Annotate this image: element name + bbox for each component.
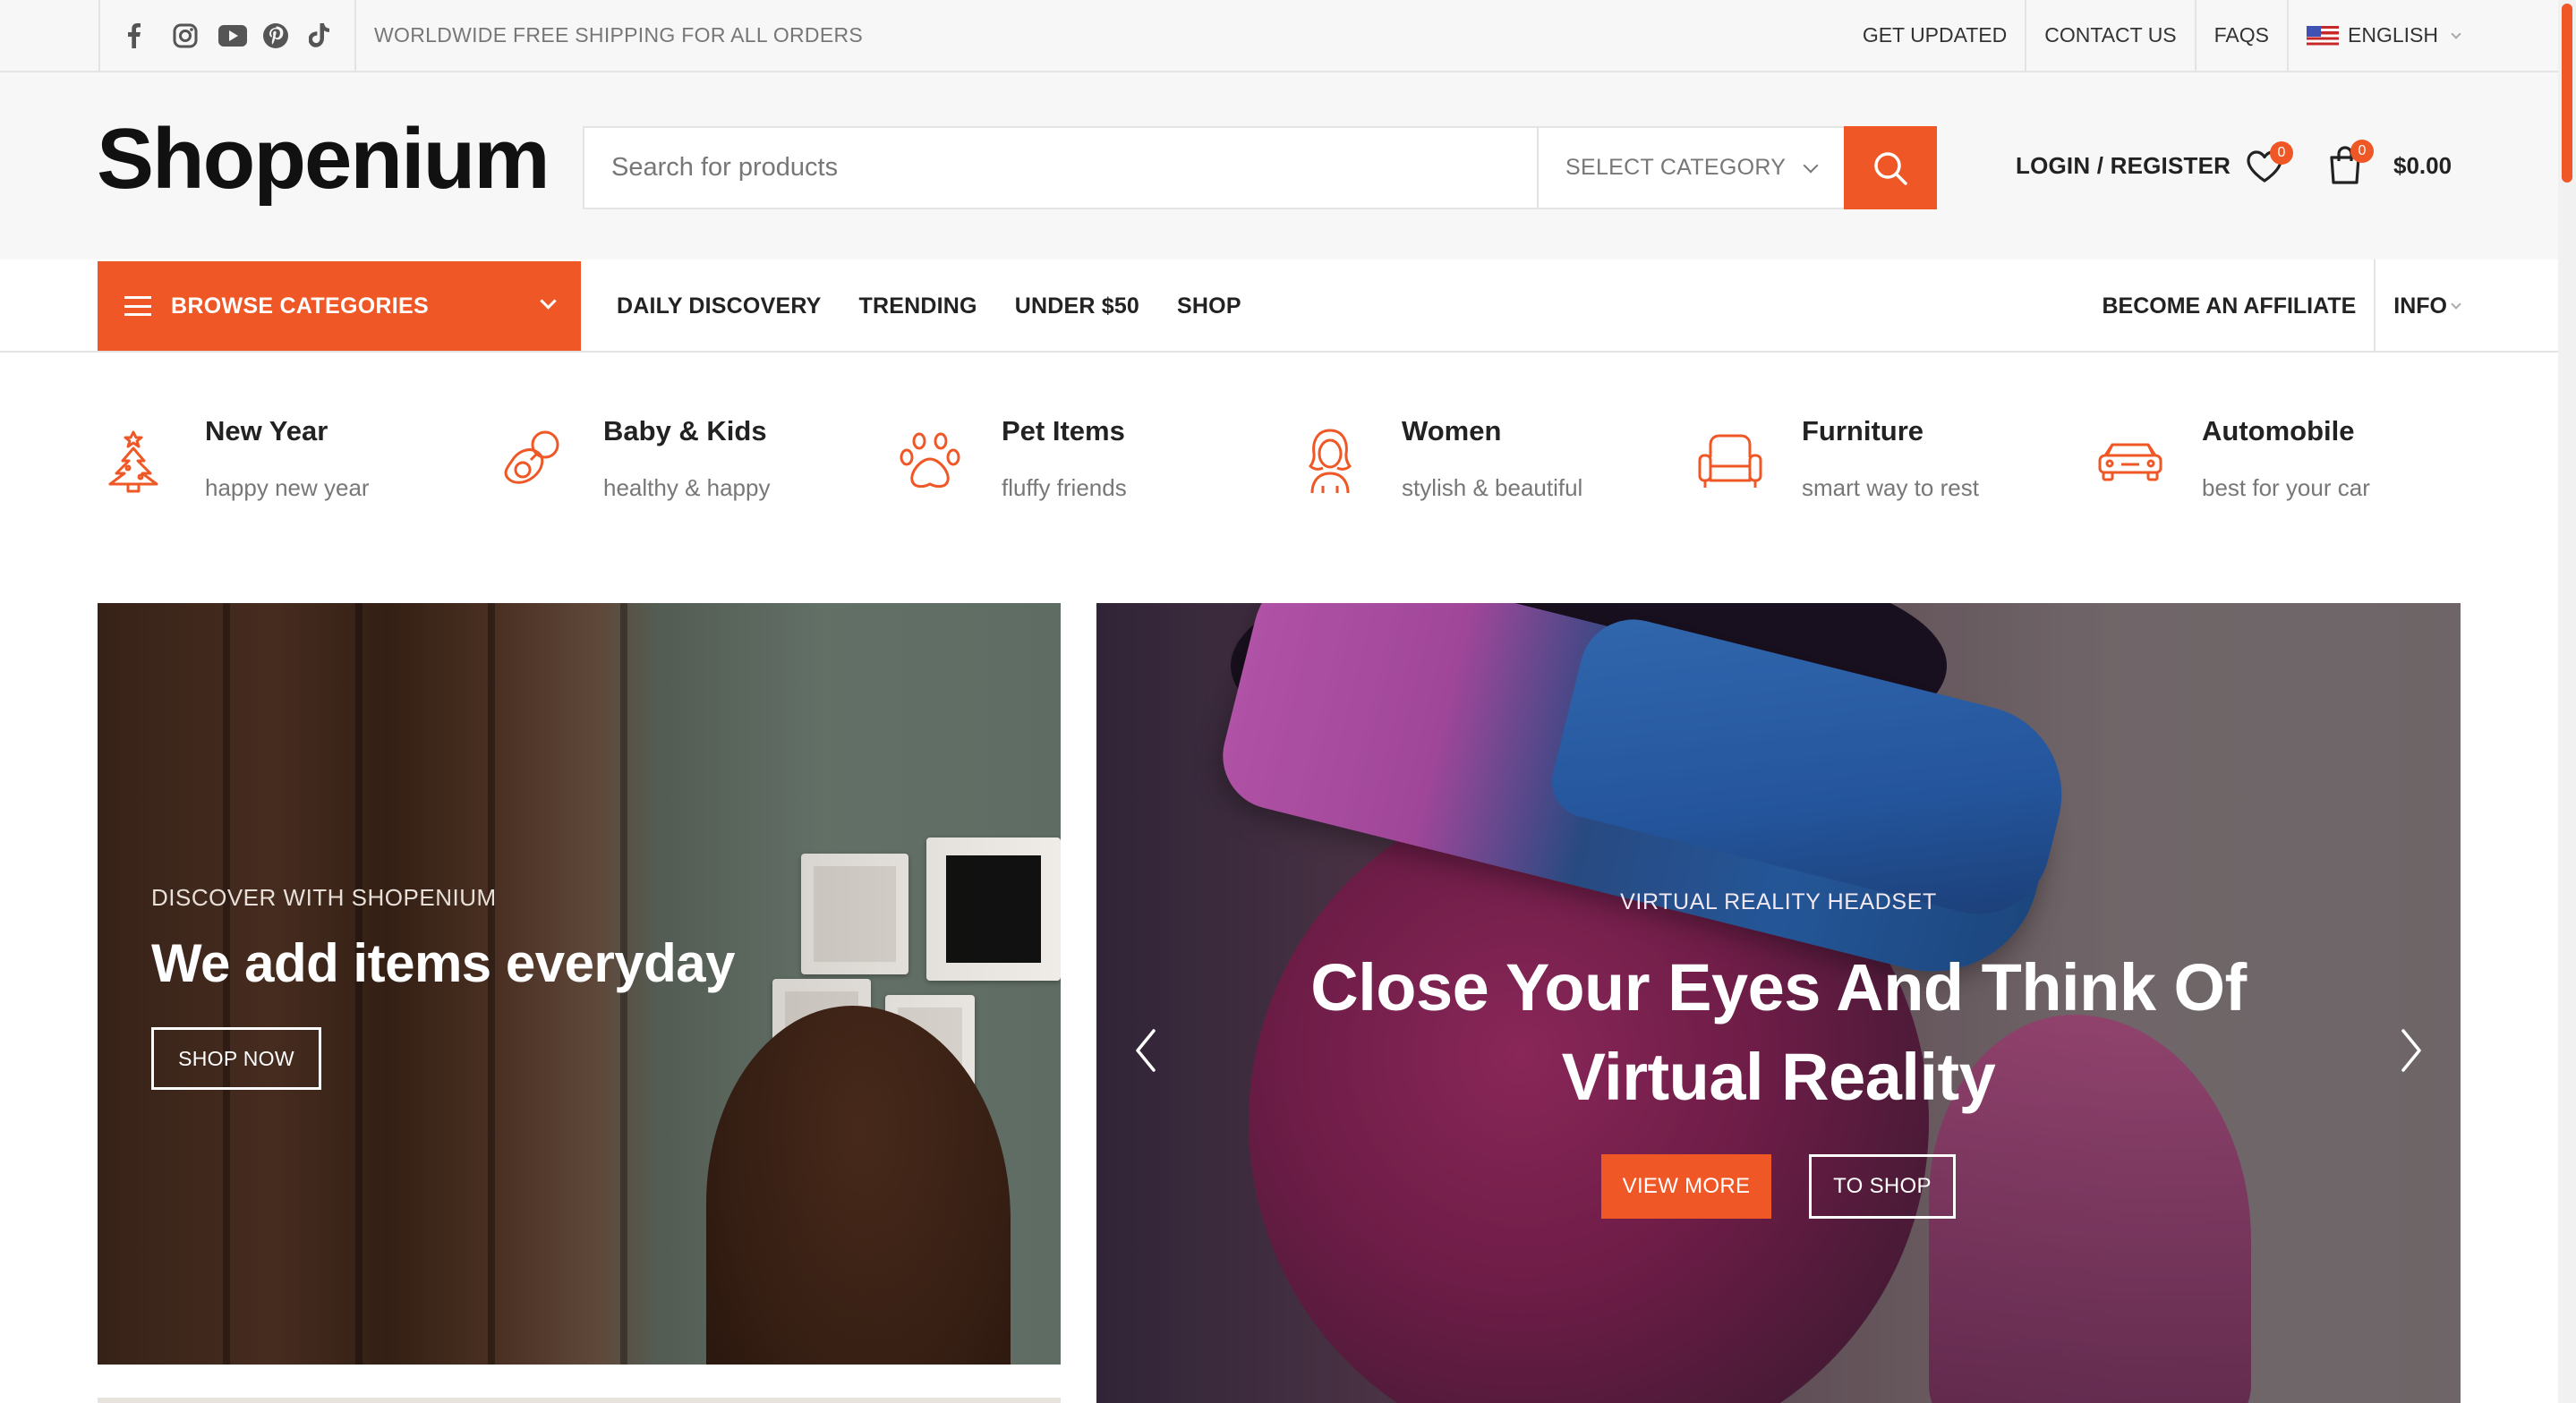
tiktok-icon[interactable] [309, 18, 354, 54]
nav-right: BECOME AN AFFILIATE INFO [2085, 259, 2461, 353]
slide-buttons: VIEW MORE TO SHOP [1096, 1154, 2461, 1219]
nav-under-50[interactable]: UNDER $50 [1015, 293, 1139, 319]
category-subtitle: happy new year [205, 474, 370, 501]
to-shop-button[interactable]: TO SHOP [1809, 1154, 1956, 1219]
category-new-year[interactable]: New Year happy new year [98, 394, 491, 528]
category-title: Automobile [2202, 415, 2355, 446]
language-label: ENGLISH [2348, 23, 2438, 47]
category-automobile[interactable]: Automobile best for your car [2094, 394, 2488, 528]
view-more-button[interactable]: VIEW MORE [1601, 1154, 1771, 1219]
cart-count-badge: 0 [2350, 140, 2374, 163]
top-bar: WORLDWIDE FREE SHIPPING FOR ALL ORDERS G… [0, 0, 2558, 72]
category-subtitle: smart way to rest [1802, 474, 1979, 501]
instagram-icon[interactable] [173, 18, 218, 54]
pacifier-icon [504, 430, 559, 484]
browse-categories-button[interactable]: BROWSE CATEGORIES [98, 261, 581, 351]
slide-title-line-1: Close Your Eyes And Think Of [1310, 950, 2247, 1025]
browse-categories-label: BROWSE CATEGORIES [171, 293, 429, 319]
category-select-label: SELECT CATEGORY [1565, 155, 1787, 180]
slide-title-line-2: Virtual Reality [1561, 1040, 1996, 1114]
scrollbar-thumb[interactable] [2562, 4, 2572, 183]
woman-icon [1308, 429, 1352, 494]
contact-us-link[interactable]: CONTACT US [2025, 0, 2194, 71]
chevron-right-icon [2401, 1029, 2421, 1072]
nav-links: DAILY DISCOVERY TRENDING UNDER $50 SHOP [617, 259, 1241, 353]
category-subtitle: best for your car [2202, 474, 2370, 501]
top-links: GET UPDATED CONTACT US FAQS ENGLISH [1845, 0, 2461, 71]
main-nav: BROWSE CATEGORIES DAILY DISCOVERY TRENDI… [0, 259, 2558, 353]
search-input[interactable] [584, 128, 1537, 208]
cart-button[interactable]: 0 [2327, 138, 2374, 186]
faqs-link[interactable]: FAQS [2194, 0, 2287, 71]
us-flag-icon [2307, 25, 2340, 46]
shipping-notice: WORLDWIDE FREE SHIPPING FOR ALL ORDERS [374, 23, 864, 47]
search-button[interactable] [1844, 126, 1937, 209]
cart-total[interactable]: $0.00 [2393, 152, 2452, 180]
search-bar: SELECT CATEGORY [583, 126, 1937, 209]
category-subtitle: stylish & beautiful [1402, 474, 1583, 501]
category-subtitle: fluffy friends [1002, 474, 1127, 501]
slide-kicker: VIRTUAL REALITY HEADSET [1620, 889, 1937, 914]
category-title: Women [1402, 415, 1502, 446]
hero-slider[interactable]: VIRTUAL REALITY HEADSET Close Your Eyes … [1096, 603, 2461, 1403]
category-strip: New Year happy new year Baby & Kids heal… [98, 394, 2461, 537]
nav-trending[interactable]: TRENDING [859, 293, 977, 319]
banner-kicker: DISCOVER WITH SHOPENIUM [151, 884, 497, 911]
page-scrollbar[interactable] [2558, 0, 2576, 1403]
promo-banner-discover[interactable]: DISCOVER WITH SHOPENIUM We add items eve… [98, 603, 1061, 1365]
category-title: Baby & Kids [603, 415, 767, 446]
category-subtitle: healthy & happy [603, 474, 771, 501]
wishlist-count-badge: 0 [2270, 141, 2293, 165]
category-furniture[interactable]: Furniture smart way to rest [1694, 394, 2088, 528]
banner-title: We add items everyday [151, 933, 736, 993]
language-selector[interactable]: ENGLISH [2287, 0, 2461, 71]
nav-shop[interactable]: SHOP [1177, 293, 1241, 319]
info-menu[interactable]: INFO [2374, 259, 2461, 353]
category-women[interactable]: Women stylish & beautiful [1294, 394, 1688, 528]
youtube-icon[interactable] [218, 18, 264, 54]
slider-prev-button[interactable] [1123, 1024, 1168, 1077]
facebook-icon[interactable] [127, 18, 173, 54]
nav-daily-discovery[interactable]: DAILY DISCOVERY [617, 293, 822, 319]
chevron-down-icon [2451, 299, 2461, 310]
chevron-down-icon [540, 293, 557, 310]
become-affiliate-link[interactable]: BECOME AN AFFILIATE [2085, 259, 2375, 353]
search-icon [1874, 151, 1907, 185]
category-select[interactable]: SELECT CATEGORY [1537, 128, 1844, 208]
wishlist-button[interactable]: 0 [2245, 141, 2293, 184]
shop-now-button[interactable]: SHOP NOW [151, 1027, 321, 1090]
category-title: Furniture [1802, 415, 1924, 446]
get-updated-link[interactable]: GET UPDATED [1845, 0, 2025, 71]
next-banner-edge [98, 1398, 1061, 1403]
category-title: New Year [205, 415, 328, 446]
chevron-left-icon [1136, 1029, 1156, 1072]
menu-icon [124, 296, 151, 316]
info-label: INFO [2393, 293, 2447, 319]
slider-next-button[interactable] [2389, 1024, 2434, 1077]
site-logo[interactable]: Shopenium [97, 110, 550, 208]
category-baby-kids[interactable]: Baby & Kids healthy & happy [496, 394, 890, 528]
category-title: Pet Items [1002, 415, 1125, 446]
slide-title: Close Your Eyes And Think Of Virtual Rea… [1096, 943, 2461, 1122]
login-register-link[interactable]: LOGIN / REGISTER [2016, 152, 2231, 180]
pinterest-icon[interactable] [263, 18, 309, 54]
christmas-tree-icon [108, 430, 158, 493]
category-pet-items[interactable]: Pet Items fluffy friends [894, 394, 1288, 528]
car-icon [2098, 443, 2162, 481]
chevron-down-icon [2451, 28, 2461, 39]
paw-icon [900, 432, 960, 489]
social-links [98, 0, 356, 71]
armchair-icon [1698, 434, 1762, 488]
chevron-down-icon [1803, 157, 1819, 173]
